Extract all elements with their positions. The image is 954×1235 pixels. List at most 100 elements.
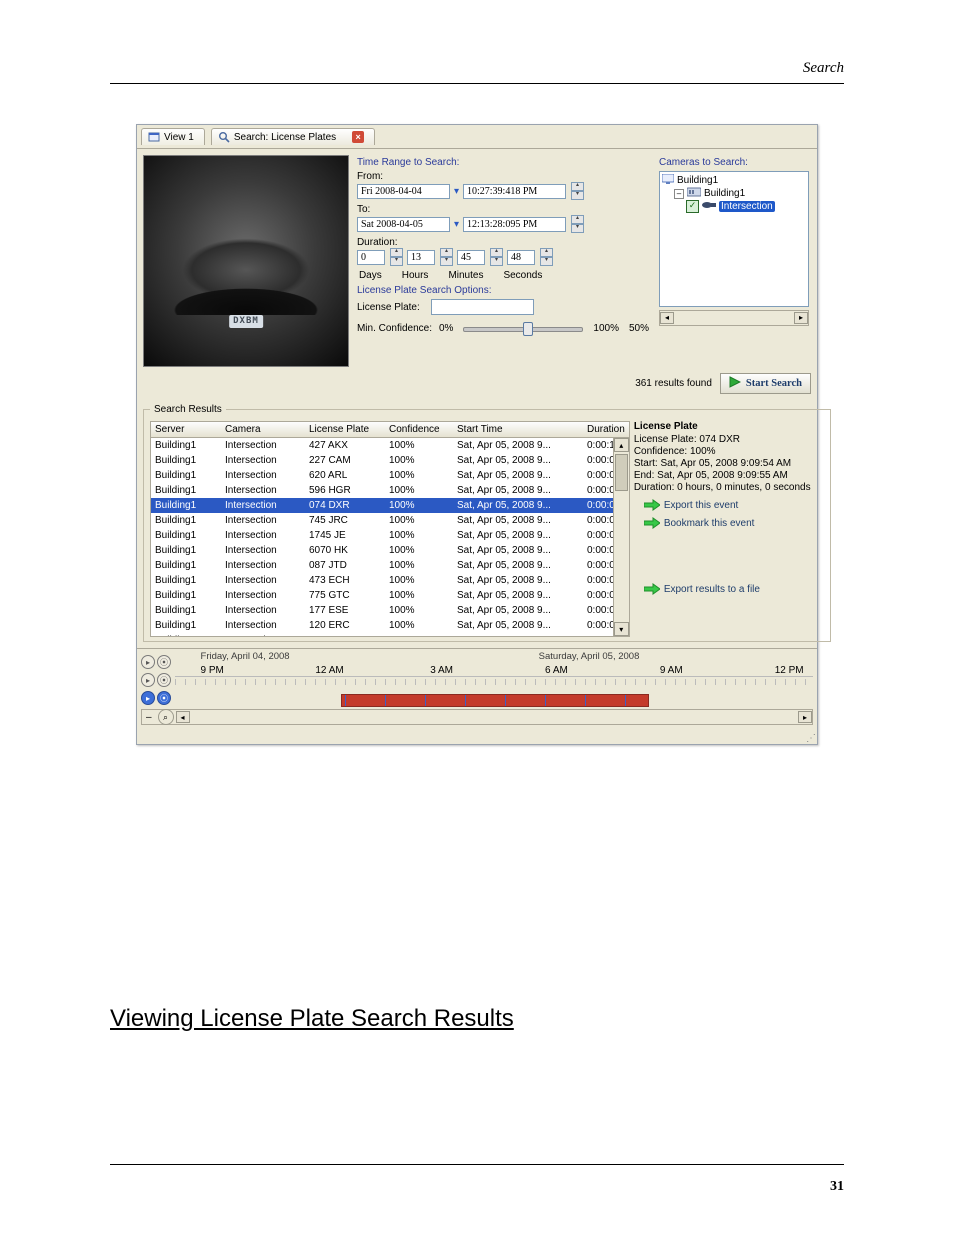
cell-plate: 745 JRC — [305, 513, 385, 528]
timeline-btn-d[interactable]: ⦿ — [157, 673, 171, 687]
col-camera[interactable]: Camera — [221, 422, 305, 437]
zoom-icon[interactable]: ⌕ — [158, 709, 174, 725]
table-row[interactable]: Building1Intersection620 ARL100%Sat, Apr… — [151, 468, 629, 483]
table-row[interactable]: Building1Intersection427 AKX100%Sat, Apr… — [151, 438, 629, 453]
table-row[interactable]: Building1IntersectionBGF 169100%Sat, Apr… — [151, 633, 629, 636]
cell-camera: Intersection — [221, 543, 305, 558]
from-date-input[interactable]: Fri 2008-04-04 — [357, 184, 450, 199]
days-input[interactable]: 0 — [357, 250, 385, 265]
cell-plate: BGF 169 — [305, 633, 385, 636]
scroll-down-icon[interactable]: ▾ — [614, 622, 629, 636]
cell-plate: 074 DXR — [305, 498, 385, 513]
from-label: From: — [357, 171, 649, 182]
lp-input[interactable] — [431, 299, 534, 315]
from-time-input[interactable]: 10:27:39:418 PM — [463, 184, 566, 199]
cell-conf: 100% — [385, 498, 453, 513]
hours-input[interactable]: 13 — [407, 250, 435, 265]
tree-root[interactable]: Building1 — [662, 174, 806, 187]
to-time-input[interactable]: 12:13:28:095 PM — [463, 217, 566, 232]
minutes-spinner[interactable]: ▴▾ — [490, 248, 503, 266]
table-vscroll[interactable]: ▴ ▾ — [613, 438, 629, 636]
export-event-link[interactable]: Export this event — [644, 499, 824, 511]
cell-camera: Intersection — [221, 633, 305, 636]
arrow-icon — [644, 517, 658, 529]
table-row[interactable]: Building1Intersection120 ERC100%Sat, Apr… — [151, 618, 629, 633]
checkbox-checked-icon[interactable]: ✓ — [686, 200, 699, 213]
table-row[interactable]: Building1Intersection6070 HK100%Sat, Apr… — [151, 543, 629, 558]
timeline-btn-a[interactable]: ▸ — [141, 655, 155, 669]
timeline-ticks[interactable]: 9 PM 12 AM 3 AM 6 AM 9 AM 12 PM — [175, 676, 813, 689]
cell-start: Sat, Apr 05, 2008 9... — [453, 618, 583, 633]
col-start[interactable]: Start Time — [453, 422, 583, 437]
table-row[interactable]: Building1Intersection775 GTC100%Sat, Apr… — [151, 588, 629, 603]
cell-start: Sat, Apr 05, 2008 9... — [453, 513, 583, 528]
from-time-spinner[interactable]: ▴▾ — [571, 182, 584, 200]
tab-view1-label: View 1 — [164, 132, 194, 143]
timeline-range-bar[interactable] — [341, 694, 649, 707]
col-dur[interactable]: Duration — [583, 422, 629, 437]
scroll-right-icon[interactable]: ▸ — [794, 312, 808, 324]
cell-start: Sat, Apr 05, 2008 9... — [453, 483, 583, 498]
col-plate[interactable]: License Plate — [305, 422, 385, 437]
table-row[interactable]: Building1Intersection177 ESE100%Sat, Apr… — [151, 603, 629, 618]
timeline-btn-e[interactable]: ▸ — [141, 691, 155, 705]
scroll-left-icon[interactable]: ◂ — [660, 312, 674, 324]
hours-spinner[interactable]: ▴▾ — [440, 248, 453, 266]
scroll-up-icon[interactable]: ▴ — [614, 438, 629, 452]
camera-tree-hscroll[interactable]: ◂ ▸ — [659, 310, 809, 326]
timeline-btn-c[interactable]: ▸ — [141, 673, 155, 687]
resize-grip[interactable]: ⋰ — [137, 733, 817, 744]
cell-start: Sat, Apr 05, 2008 9... — [453, 468, 583, 483]
close-tab-icon[interactable]: × — [352, 131, 364, 143]
minutes-input[interactable]: 45 — [457, 250, 485, 265]
days-spinner[interactable]: ▴▾ — [390, 248, 403, 266]
camera-tree[interactable]: Building1 – Building1 ✓ — [659, 171, 809, 307]
scroll-right-icon[interactable]: ▸ — [798, 711, 812, 723]
expand-icon[interactable]: – — [674, 189, 684, 199]
timeline-btn-b[interactable]: ⦿ — [157, 655, 171, 669]
to-date-input[interactable]: Sat 2008-04-05 — [357, 217, 450, 232]
table-row[interactable]: Building1Intersection473 ECH100%Sat, Apr… — [151, 573, 629, 588]
start-search-button[interactable]: Start Search — [720, 373, 811, 394]
to-time-spinner[interactable]: ▴▾ — [571, 215, 584, 233]
cell-server: Building1 — [151, 543, 221, 558]
cell-camera: Intersection — [221, 573, 305, 588]
table-header[interactable]: Server Camera License Plate Confidence S… — [151, 422, 629, 438]
bookmark-event-link[interactable]: Bookmark this event — [644, 517, 824, 529]
duration-label: Duration: — [357, 237, 649, 248]
timeline-btn-f[interactable]: ⦿ — [157, 691, 171, 705]
cell-start: Sat, Apr 05, 2008 9... — [453, 498, 583, 513]
table-row[interactable]: Building1Intersection227 CAM100%Sat, Apr… — [151, 453, 629, 468]
minconf-value: 50% — [629, 323, 649, 334]
date-dropdown-icon[interactable]: ▾ — [454, 219, 459, 230]
cell-plate: 6070 HK — [305, 543, 385, 558]
seconds-spinner[interactable]: ▴▾ — [540, 248, 553, 266]
table-row[interactable]: Building1Intersection087 JTD100%Sat, Apr… — [151, 558, 629, 573]
table-row[interactable]: Building1Intersection596 HGR100%Sat, Apr… — [151, 483, 629, 498]
date-dropdown-icon[interactable]: ▾ — [454, 186, 459, 197]
hours-label: Hours — [402, 270, 429, 281]
tree-camera[interactable]: ✓ Intersection — [662, 200, 806, 213]
seconds-input[interactable]: 48 — [507, 250, 535, 265]
cell-plate: 227 CAM — [305, 453, 385, 468]
car-silhouette — [146, 215, 346, 315]
tree-site[interactable]: – Building1 — [662, 187, 806, 200]
tl-date1: Friday, April 04, 2008 — [201, 651, 290, 662]
table-row[interactable]: Building1Intersection745 JRC100%Sat, Apr… — [151, 513, 629, 528]
cell-start: Sat, Apr 05, 2008 9... — [453, 438, 583, 453]
minconf-slider[interactable] — [463, 321, 583, 335]
results-table[interactable]: Server Camera License Plate Confidence S… — [150, 421, 630, 637]
table-row[interactable]: Building1Intersection1745 JE100%Sat, Apr… — [151, 528, 629, 543]
cell-start: Sat, Apr 05, 2008 9... — [453, 558, 583, 573]
cell-conf: 100% — [385, 513, 453, 528]
tab-search[interactable]: Search: License Plates × — [211, 128, 375, 145]
table-row[interactable]: Building1Intersection074 DXR100%Sat, Apr… — [151, 498, 629, 513]
search-results-legend: Search Results — [150, 404, 226, 415]
col-conf[interactable]: Confidence — [385, 422, 453, 437]
tab-view1[interactable]: View 1 — [141, 128, 205, 145]
col-server[interactable]: Server — [151, 422, 221, 437]
timeline-hscroll[interactable]: – ⌕ ◂ ▸ — [141, 709, 813, 725]
cell-conf: 100% — [385, 603, 453, 618]
export-results-link[interactable]: Export results to a file — [644, 583, 824, 595]
scroll-left-icon[interactable]: ◂ — [176, 711, 190, 723]
